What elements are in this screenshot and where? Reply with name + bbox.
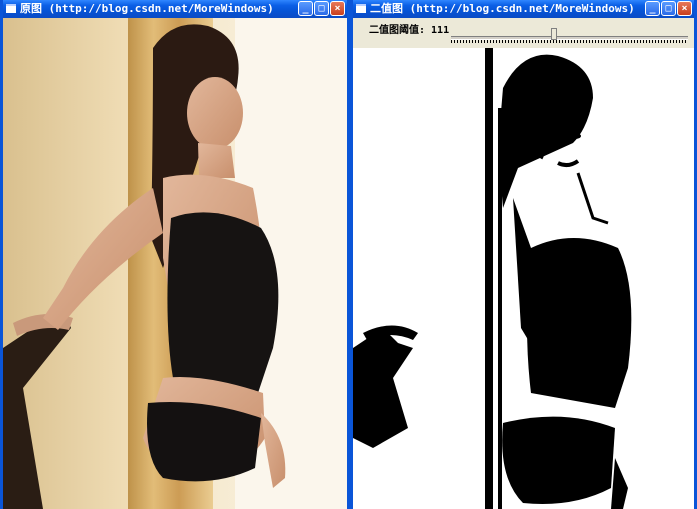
app-icon (356, 4, 366, 13)
minimize-icon: _ (649, 3, 656, 14)
window-title: 原图 (http://blog.csdn.net/MoreWindows) (20, 2, 274, 15)
title-bar[interactable]: 二值图 (http://blog.csdn.net/MoreWindows) _… (353, 0, 694, 18)
binary-image-window: 二值图 (http://blog.csdn.net/MoreWindows) _… (350, 0, 697, 509)
close-icon: × (334, 3, 341, 14)
minimize-icon: _ (302, 3, 309, 14)
maximize-button[interactable]: □ (661, 1, 676, 16)
window-title: 二值图 (http://blog.csdn.net/MoreWindows) (370, 2, 635, 15)
maximize-icon: □ (665, 3, 672, 14)
maximize-icon: □ (318, 3, 325, 14)
app-icon (6, 4, 16, 13)
binary-illustration (353, 48, 694, 509)
threshold-trackbar-panel: 二值图阈值: 111 (353, 18, 694, 48)
original-image-window: 原图 (http://blog.csdn.net/MoreWindows) _ … (0, 0, 350, 509)
close-button[interactable]: × (330, 1, 345, 16)
minimize-button[interactable]: _ (298, 1, 313, 16)
threshold-label: 二值图阈值: 111 (369, 25, 450, 36)
maximize-button[interactable]: □ (314, 1, 329, 16)
threshold-slider-thumb[interactable] (551, 28, 558, 40)
photo-illustration (3, 18, 347, 509)
binary-image (353, 48, 694, 509)
close-button[interactable]: × (677, 1, 692, 16)
minimize-button[interactable]: _ (645, 1, 660, 16)
close-icon: × (681, 3, 688, 14)
title-bar[interactable]: 原图 (http://blog.csdn.net/MoreWindows) _ … (3, 0, 347, 18)
original-image (3, 18, 347, 509)
slider-ticks (451, 40, 688, 43)
